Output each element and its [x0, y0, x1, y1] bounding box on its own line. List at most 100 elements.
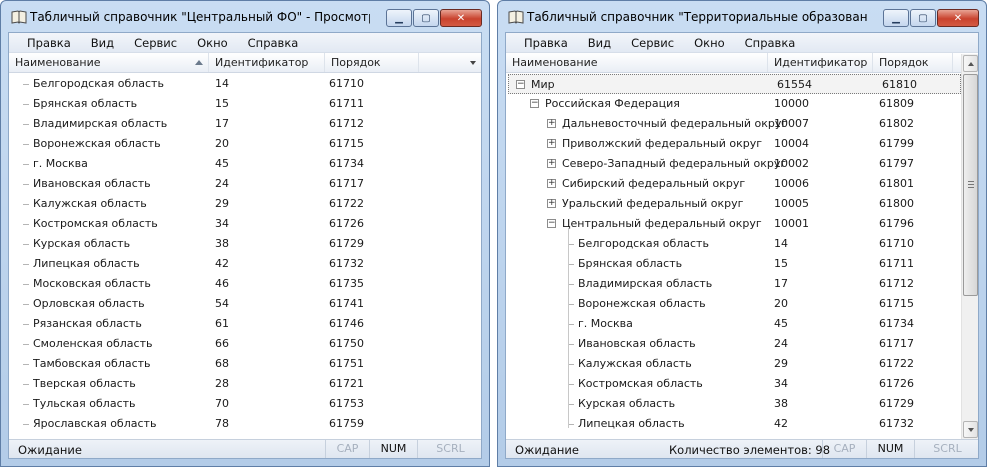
tree-node-item[interactable]: − Центральный федеральный округ 10001 61796 — [506, 214, 961, 234]
window-client: Правка Вид Сервис Окно Справка Наименова… — [8, 32, 482, 459]
cell-order: 61729 — [879, 397, 914, 410]
list-item[interactable]: Костромская область 34 61726 — [9, 214, 481, 234]
vertical-scrollbar[interactable] — [961, 54, 978, 439]
cell-order: 61800 — [879, 197, 914, 210]
col-header-id[interactable]: Идентификатор — [768, 53, 873, 72]
tree-leaf-item[interactable]: Липецкая область 42 61732 — [506, 414, 961, 434]
cell-id: 38 — [215, 237, 229, 250]
minimize-button[interactable]: ▁ — [883, 9, 909, 27]
window-central-fo[interactable]: Табличный справочник "Центральный ФО" - … — [0, 0, 490, 467]
cell-id: 34 — [215, 217, 229, 230]
tree-leaf-item[interactable]: Ивановская область 24 61717 — [506, 334, 961, 354]
list-item[interactable]: Калужская область 29 61722 — [9, 194, 481, 214]
tree-leaf-item[interactable]: Курская область 38 61729 — [506, 394, 961, 414]
menu-item-window[interactable]: Окно — [684, 33, 735, 53]
scroll-up-button[interactable] — [963, 55, 978, 72]
expand-icon[interactable]: + — [547, 179, 556, 188]
title-bar[interactable]: Табличный справочник "Территориальные об… — [505, 1, 979, 32]
tree-leaf-line — [23, 264, 29, 265]
tree-node-item[interactable]: − Российская Федерация 10000 61809 — [506, 94, 961, 114]
tree-node-item[interactable]: + Уральский федеральный округ 10005 61800 — [506, 194, 961, 214]
cell-name: Костромская область — [578, 377, 703, 390]
collapse-icon[interactable]: − — [547, 219, 556, 228]
list-item[interactable]: Брянская область 15 61711 — [9, 94, 481, 114]
list-item[interactable]: Рязанская область 61 61746 — [9, 314, 481, 334]
menu-item-service[interactable]: Сервис — [621, 33, 684, 53]
collapse-icon[interactable]: − — [530, 99, 539, 108]
list-item[interactable]: Орловская область 54 61741 — [9, 294, 481, 314]
arrow-up-icon — [968, 62, 974, 66]
cell-order: 61722 — [879, 357, 914, 370]
tree-node-item[interactable]: + Дальневосточный федеральный округ 10007 6… — [506, 114, 961, 134]
list-item[interactable]: г. Москва 45 61734 — [9, 154, 481, 174]
collapse-icon[interactable]: − — [516, 80, 525, 89]
menu-item-service[interactable]: Сервис — [124, 33, 187, 53]
maximize-button[interactable]: ▢ — [413, 9, 439, 27]
list-item[interactable]: Тамбовская область 68 61751 — [9, 354, 481, 374]
expand-icon[interactable]: + — [547, 199, 556, 208]
menu-item-view[interactable]: Вид — [578, 33, 621, 53]
tree-leaf-item[interactable]: г. Москва 45 61734 — [506, 314, 961, 334]
maximize-button[interactable]: ▢ — [910, 9, 936, 27]
close-button[interactable]: ✕ — [937, 9, 979, 27]
list-item[interactable]: Московская область 46 61735 — [9, 274, 481, 294]
expand-icon[interactable]: + — [547, 139, 556, 148]
minimize-button[interactable]: ▁ — [386, 9, 412, 27]
col-header-name[interactable]: Наименование — [506, 53, 768, 72]
tree-leaf-item[interactable]: Костромская область 34 61726 — [506, 374, 961, 394]
window-territorial[interactable]: Табличный справочник "Территориальные об… — [497, 0, 987, 467]
tree-leaf-item[interactable]: Белгородская область 14 61710 — [506, 234, 961, 254]
cell-name: Северо-Западный федеральный округ — [562, 157, 787, 170]
col-header-order[interactable]: Порядок — [873, 53, 953, 72]
menu-item-view[interactable]: Вид — [81, 33, 124, 53]
close-button[interactable]: ✕ — [440, 9, 482, 27]
book-icon — [508, 10, 524, 24]
cell-name: Владимирская область — [33, 117, 168, 130]
col-header-id[interactable]: Идентификатор — [209, 53, 325, 72]
tree-leaf-item[interactable]: Воронежская область 20 61715 — [506, 294, 961, 314]
tree-leaf-item[interactable]: Владимирская область 17 61712 — [506, 274, 961, 294]
menu-item-edit[interactable]: Правка — [514, 33, 578, 53]
cell-name: Тульская область — [33, 397, 136, 410]
tree-leaf-item[interactable]: Брянская область 15 61711 — [506, 254, 961, 274]
list-item[interactable]: Тульская область 70 61753 — [9, 394, 481, 414]
list-item[interactable]: Липецкая область 42 61732 — [9, 254, 481, 274]
list-item[interactable]: Ярославская область 78 61759 — [9, 414, 481, 434]
list-item[interactable]: Курская область 38 61729 — [9, 234, 481, 254]
expand-icon[interactable]: + — [547, 159, 556, 168]
list-item[interactable]: Белгородская область 14 61710 — [9, 74, 481, 94]
list-item[interactable]: Тверская область 28 61721 — [9, 374, 481, 394]
expand-icon[interactable]: + — [547, 119, 556, 128]
cell-id: 61 — [215, 317, 229, 330]
cell-id: 20 — [774, 297, 788, 310]
col-header-name[interactable]: Наименование — [9, 53, 209, 72]
list-item[interactable]: Ивановская область 24 61717 — [9, 174, 481, 194]
cell-id: 10004 — [774, 137, 809, 150]
cell-order: 61802 — [879, 117, 914, 130]
cell-id: 68 — [215, 357, 229, 370]
tree-node-item[interactable]: − Мир 61554 61810 — [508, 74, 961, 94]
title-bar[interactable]: Табличный справочник "Центральный ФО" - … — [8, 1, 482, 32]
item-count: Количество элементов: 98 — [669, 443, 831, 457]
menu-item-edit[interactable]: Правка — [17, 33, 81, 53]
menu-item-window[interactable]: Окно — [187, 33, 238, 53]
tree-node-item[interactable]: + Сибирский федеральный округ 10006 61801 — [506, 174, 961, 194]
num-indicator: NUM — [369, 440, 417, 458]
list-item[interactable]: Смоленская область 66 61750 — [9, 334, 481, 354]
tree-leaf-item[interactable]: Калужская область 29 61722 — [506, 354, 961, 374]
scroll-down-button[interactable] — [963, 421, 978, 438]
cell-name: Липецкая область — [33, 257, 140, 270]
tree-node-item[interactable]: + Приволжский федеральный округ 10004 61799 — [506, 134, 961, 154]
maximize-icon: ▢ — [421, 12, 431, 24]
list-item[interactable]: Воронежская область 20 61715 — [9, 134, 481, 154]
scroll-thumb[interactable] — [963, 74, 978, 296]
cell-order: 61751 — [329, 357, 364, 370]
menu-item-help[interactable]: Справка — [735, 33, 806, 53]
column-chooser-icon[interactable] — [470, 61, 476, 65]
minimize-icon: ▁ — [892, 12, 900, 24]
menu-item-help[interactable]: Справка — [238, 33, 309, 53]
col-header-order[interactable]: Порядок — [325, 53, 419, 72]
tree-node-item[interactable]: + Северо-Западный федеральный округ 10002 6… — [506, 154, 961, 174]
list-item[interactable]: Владимирская область 17 61712 — [9, 114, 481, 134]
cell-order: 61741 — [329, 297, 364, 310]
